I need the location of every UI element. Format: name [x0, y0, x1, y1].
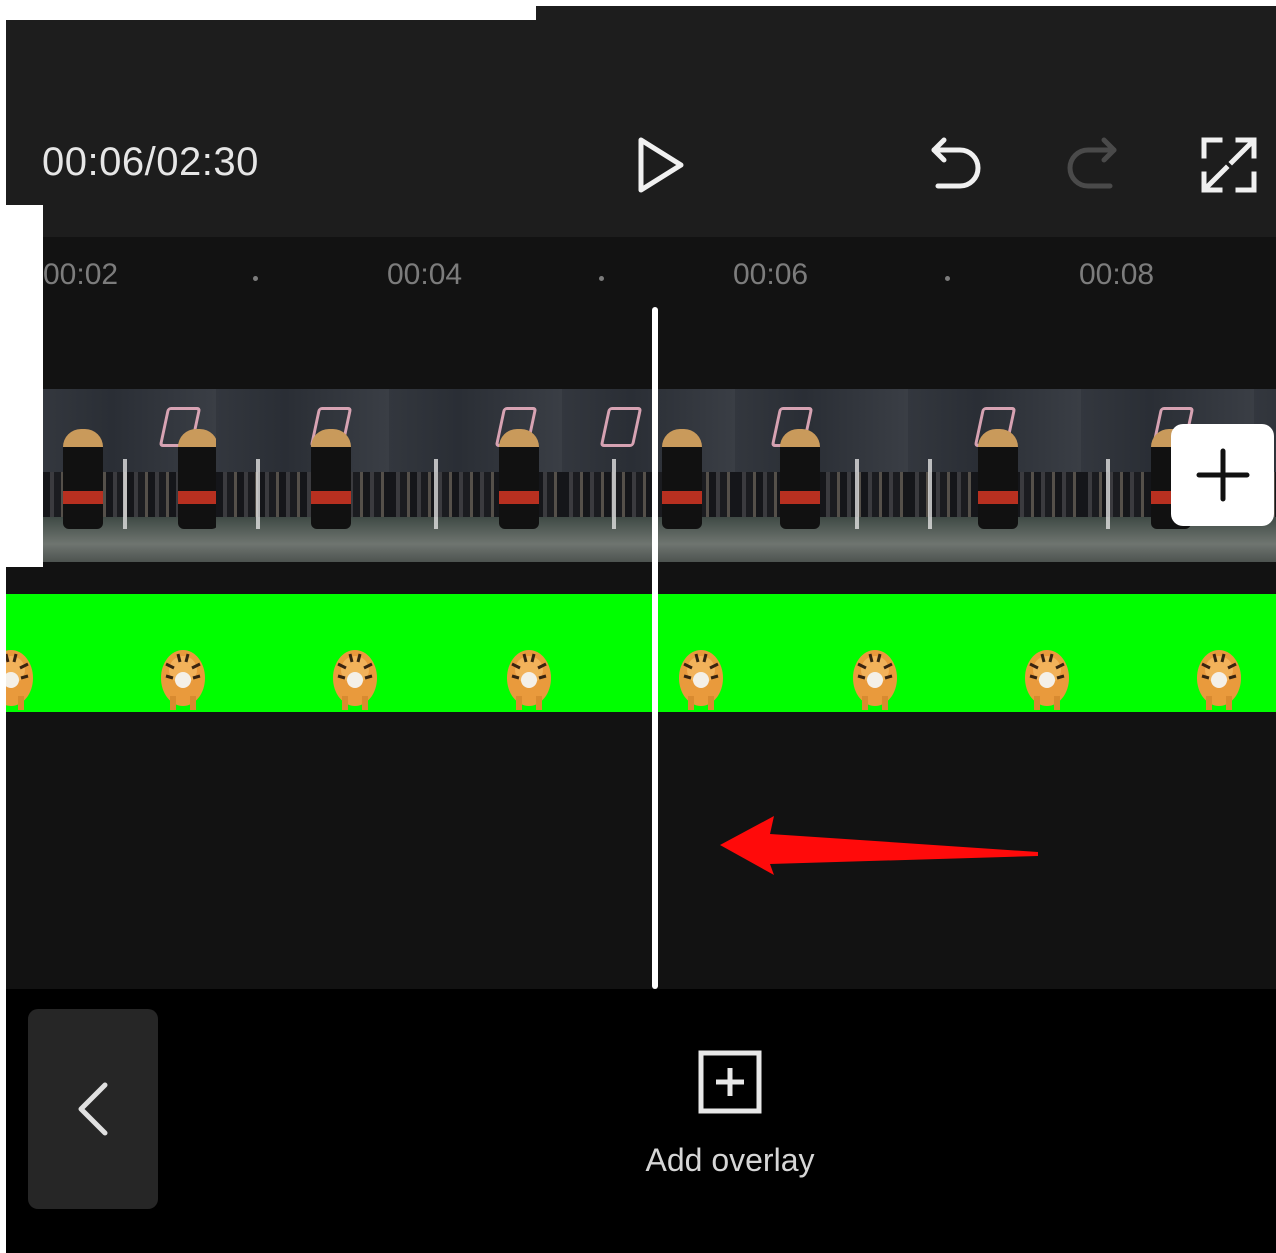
play-icon — [638, 137, 684, 193]
video-frame — [216, 389, 389, 562]
add-overlay-label: Add overlay — [645, 1142, 815, 1178]
fullscreen-button[interactable] — [1194, 130, 1264, 200]
ruler-label-0008: 00:08 — [1079, 258, 1155, 291]
tiger-thumbnail — [333, 650, 377, 710]
ruler-dot — [945, 276, 950, 281]
tiger-thumbnail — [507, 650, 551, 710]
video-frame — [43, 389, 216, 562]
ruler-dot — [599, 276, 604, 281]
video-frame — [735, 389, 908, 562]
main-video-track[interactable] — [43, 389, 1276, 562]
video-frame — [908, 389, 1081, 562]
add-square-icon — [698, 1050, 762, 1114]
overlay-track[interactable] — [6, 594, 1276, 712]
playhead[interactable] — [652, 307, 658, 989]
tiger-thumbnail — [1025, 650, 1069, 710]
tiger-thumbnail — [161, 650, 205, 710]
red-arrow-annotation — [720, 816, 1038, 875]
play-button[interactable] — [626, 130, 696, 200]
back-button[interactable] — [28, 1009, 158, 1209]
redo-icon — [1067, 137, 1117, 189]
undo-icon — [931, 137, 981, 189]
chevron-left-icon — [78, 1082, 108, 1136]
tiger-thumbnail — [853, 650, 897, 710]
tiger-thumbnail — [6, 650, 33, 710]
top-toolbar: 00:06/02:30 — [6, 20, 1276, 237]
add-overlay-button[interactable]: Add overlay — [630, 1050, 830, 1179]
ruler-label-0004: 00:04 — [387, 258, 463, 291]
video-frame — [389, 389, 562, 562]
tiger-thumbnail — [679, 650, 723, 710]
fullscreen-icon — [1201, 137, 1257, 193]
ruler-dot — [253, 276, 258, 281]
redo-button[interactable] — [1058, 130, 1128, 200]
tiger-thumbnail — [1197, 650, 1241, 710]
add-clip-button[interactable] — [1171, 424, 1274, 526]
undo-button[interactable] — [920, 130, 990, 200]
video-frame — [562, 389, 735, 562]
timecode: 00:06/02:30 — [42, 140, 259, 184]
plus-icon — [1196, 448, 1249, 502]
screenshot-edge — [6, 205, 43, 567]
ruler-label-0002: 00:02 — [43, 258, 119, 291]
ruler-label-0006: 00:06 — [733, 258, 809, 291]
